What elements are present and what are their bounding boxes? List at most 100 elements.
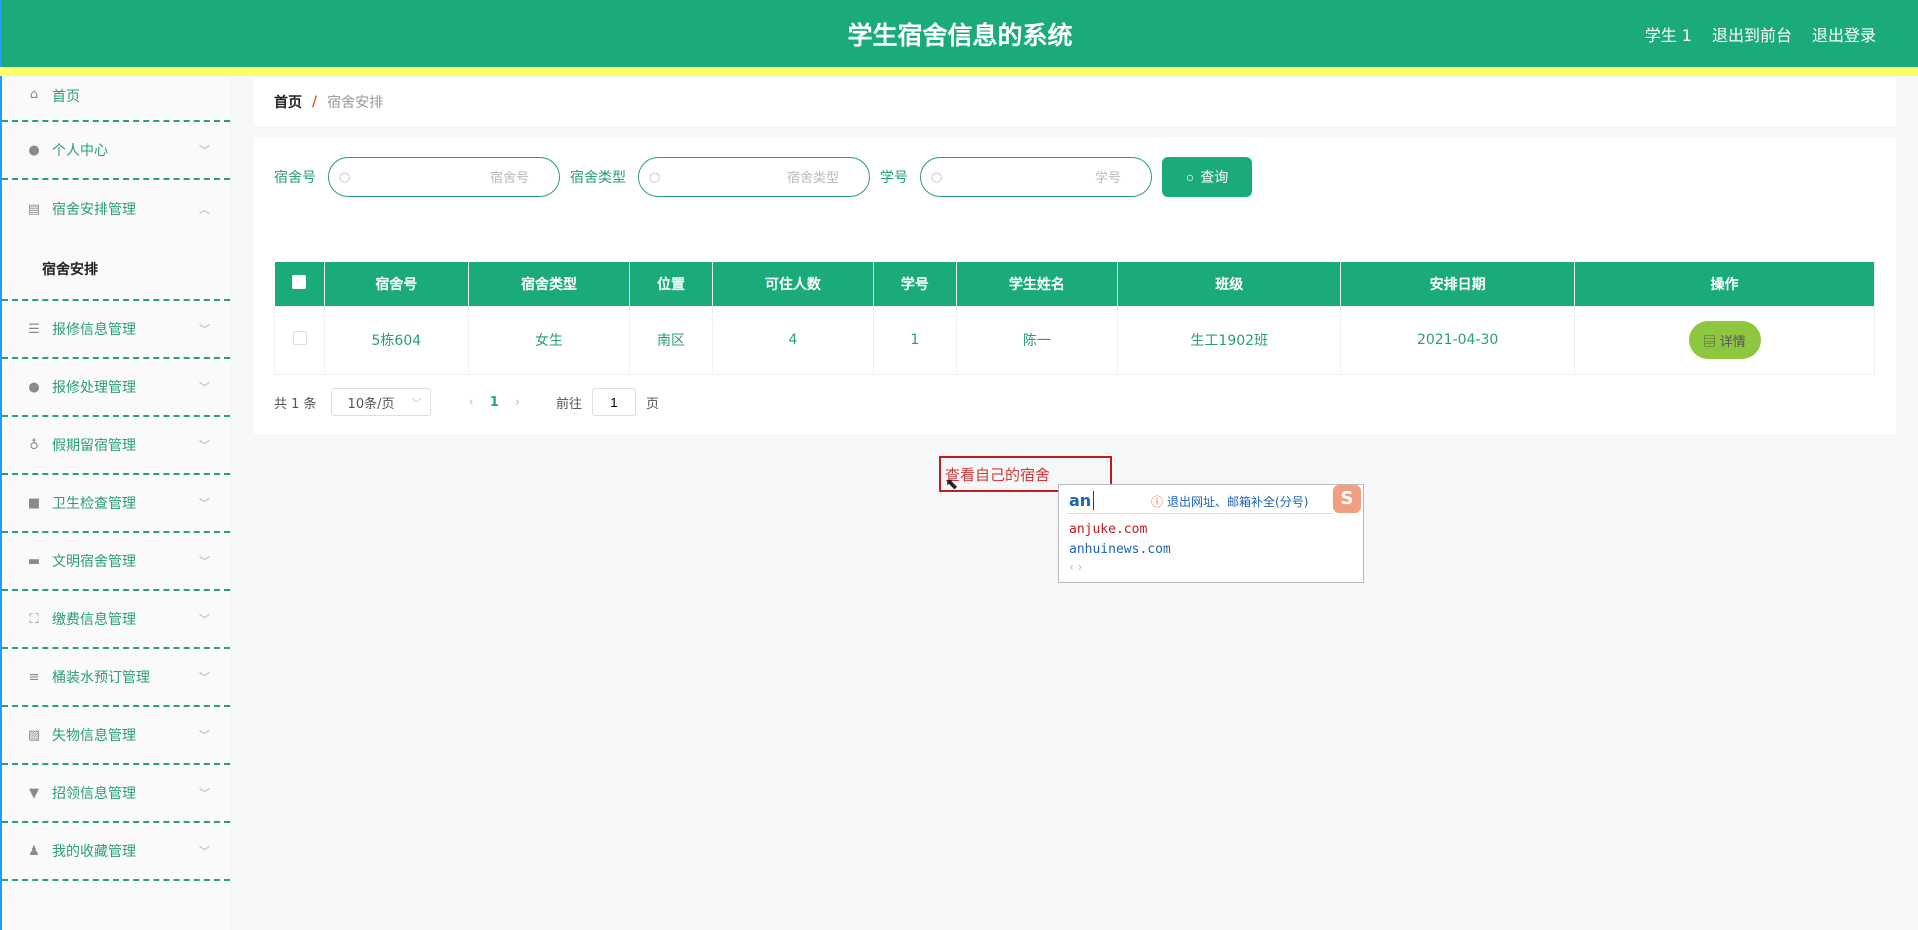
monitor-icon: ▬: [27, 553, 41, 569]
search-icon: ○: [1185, 169, 1195, 185]
chevron-down-icon: ﹀: [199, 729, 210, 742]
user-icon: ●: [28, 379, 40, 395]
sidebar-item-water[interactable]: ≡ 桶装水预订管理 ﹀: [2, 649, 230, 707]
sidebar-item-label: 文明宿舍管理: [52, 554, 136, 570]
cell-student-name: 陈一: [955, 305, 1119, 375]
breadcrumb: 首页 / 宿舍安排: [254, 78, 1896, 126]
cell-capacity: 4: [711, 305, 875, 375]
chevron-down-icon: ﹀: [199, 845, 210, 858]
dorm-no-field: ○: [328, 157, 560, 197]
dorm-type-label: 宿舍类型: [570, 170, 626, 186]
sidebar-item-repair-handle[interactable]: ● 报修处理管理 ﹀: [2, 359, 230, 417]
column-header[interactable]: 位置: [629, 262, 713, 306]
ime-hint-text: 退出网址、邮箱补全(分号): [1167, 495, 1309, 509]
column-header[interactable]: 宿舍类型: [468, 262, 631, 306]
row-checkbox-cell: [274, 305, 325, 375]
next-page-icon[interactable]: ›: [515, 395, 520, 410]
breadcrumb-current: 宿舍安排: [327, 95, 384, 111]
column-header[interactable]: 可住人数: [712, 262, 875, 306]
student-no-field: ○: [920, 157, 1152, 197]
sidebar-item-label: 个人中心: [52, 143, 108, 159]
page-size-select[interactable]: 10条/页 ﹀: [330, 388, 431, 416]
dorm-no-input[interactable]: [329, 158, 559, 196]
page-number[interactable]: 1: [490, 395, 499, 410]
cell-actions: ▤ 详情: [1574, 305, 1875, 375]
sidebar-item-home[interactable]: ⌂ 首页: [2, 76, 230, 122]
column-header[interactable]: 班级: [1117, 262, 1342, 306]
select-all-checkbox[interactable]: [292, 274, 307, 289]
list-icon: ≡: [28, 669, 40, 685]
sidebar-item-dorm-arrange[interactable]: ▤ 宿舍安排管理 ︿: [2, 180, 230, 238]
microphone-icon: ♁: [29, 437, 39, 453]
chevron-down-icon: ﹀: [199, 555, 210, 568]
ime-page-arrows[interactable]: ‹ ›: [1069, 560, 1082, 574]
pagination: 共 1 条 10条/页 ﹀ ‹ 1 › 前往 页: [274, 388, 659, 416]
sidebar-item-found[interactable]: ▼ 招领信息管理 ﹀: [2, 765, 230, 823]
chart-icon: ▨: [27, 727, 41, 743]
submenu-dorm-arrange[interactable]: 宿舍安排: [2, 238, 230, 301]
row-checkbox[interactable]: [292, 331, 307, 345]
chevron-down-icon: ﹀: [199, 144, 210, 157]
sidebar-item-label: 桶装水预订管理: [52, 670, 150, 686]
goto-page-input[interactable]: [592, 388, 637, 416]
sidebar-item-label: 卫生检查管理: [52, 496, 136, 512]
chevron-down-icon: ﹀: [199, 323, 210, 336]
sidebar-item-favorites[interactable]: ♟ 我的收藏管理 ﹀: [2, 823, 230, 881]
dorm-no-label: 宿舍号: [274, 170, 316, 186]
chevron-down-icon: ﹀: [199, 613, 210, 626]
column-header[interactable]: 宿舍号: [324, 262, 469, 306]
sidebar-item-label: 首页: [52, 89, 80, 105]
cell-date: 2021-04-30: [1340, 305, 1575, 375]
student-no-label: 学号: [880, 170, 908, 186]
ime-hint: ⓘ 退出网址、邮箱补全(分号): [1151, 493, 1308, 510]
chevron-down-icon: ﹀: [411, 398, 422, 410]
sidebar-item-civil-dorm[interactable]: ▬ 文明宿舍管理 ﹀: [2, 533, 230, 591]
sidebar-item-holiday-stay[interactable]: ♁ 假期留宿管理 ﹀: [2, 417, 230, 475]
sidebar-item-hygiene[interactable]: ■ 卫生检查管理 ﹀: [2, 475, 230, 533]
app-title: 学生宿舍信息的系统: [847, 21, 1073, 50]
prev-page-icon[interactable]: ‹: [469, 395, 474, 410]
ime-candidate[interactable]: anhuinews.com: [1069, 542, 1171, 557]
sliders-icon: ☰: [28, 321, 40, 337]
logout-link[interactable]: 退出登录: [1812, 22, 1876, 46]
fullscreen-icon: ⛶: [29, 611, 39, 627]
breadcrumb-separator: /: [312, 94, 318, 110]
table-row: 5栋604 女生 南区 4 1 陈一 生工1902班 2021-04-30 ▤ …: [274, 305, 1875, 375]
user-icon: ●: [28, 142, 40, 158]
column-header[interactable]: 学号: [873, 262, 957, 306]
sidebar-item-profile[interactable]: ● 个人中心 ﹀: [2, 122, 230, 180]
cell-student-no: 1: [873, 305, 957, 375]
column-header[interactable]: 学生姓名: [956, 262, 1119, 306]
user-name[interactable]: 学生 1: [1645, 22, 1692, 46]
student-no-input[interactable]: [921, 158, 1151, 196]
sidebar-item-payment[interactable]: ⛶ 缴费信息管理 ﹀: [2, 591, 230, 649]
query-button-label: 查询: [1200, 169, 1229, 185]
clipboard-icon: ▤: [27, 201, 41, 217]
breadcrumb-home[interactable]: 首页: [274, 92, 302, 112]
dorm-type-input[interactable]: [639, 158, 869, 196]
column-header: 操作: [1574, 262, 1875, 306]
top-header: 学生宿舍信息的系统 学生 1 退出到前台 退出登录: [0, 0, 1918, 67]
page-unit-label: 页: [646, 396, 660, 412]
column-header[interactable]: 安排日期: [1340, 262, 1575, 306]
briefcase-icon: ■: [27, 495, 41, 511]
detail-button[interactable]: ▤ 详情: [1688, 321, 1761, 359]
dorm-type-field: ○: [638, 157, 870, 197]
sidebar-item-label: 报修信息管理: [52, 322, 136, 338]
header-stripe: [0, 67, 1918, 76]
goto-label: 前往: [556, 396, 583, 412]
table-header-row: 宿舍号 宿舍类型 位置 可住人数 学号 学生姓名 班级 安排日期 操作: [274, 262, 1875, 306]
chevron-up-icon: ︿: [199, 203, 210, 216]
search-icon: ○: [931, 169, 943, 185]
sidebar-item-repair-info[interactable]: ☰ 报修信息管理 ﹀: [2, 301, 230, 359]
sidebar-item-lost[interactable]: ▨ 失物信息管理 ﹀: [2, 707, 230, 765]
cell-dorm-type: 女生: [467, 305, 631, 375]
main-panel: 宿舍号 ○ 宿舍类型 ○ 学号 ○ ○ 查询 宿舍号 宿舍类型 位置 可住人数 学…: [254, 137, 1896, 434]
ime-candidate[interactable]: anjuke.com: [1069, 522, 1147, 537]
search-icon: ○: [339, 169, 351, 185]
cell-location: 南区: [629, 305, 713, 375]
sidebar-item-label: 缴费信息管理: [52, 612, 136, 628]
query-button[interactable]: ○ 查询: [1162, 157, 1252, 197]
back-to-front-link[interactable]: 退出到前台: [1712, 22, 1792, 46]
detail-button-label: 详情: [1719, 333, 1746, 349]
